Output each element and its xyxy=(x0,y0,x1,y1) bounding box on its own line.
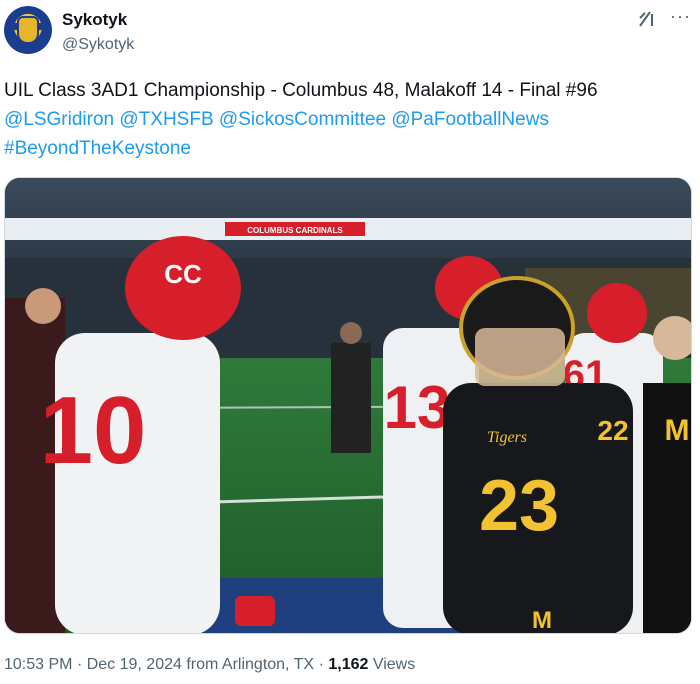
jersey-number-22: 22 xyxy=(597,415,628,446)
author-name[interactable]: Sykotyk xyxy=(62,10,127,30)
official-black-shirt xyxy=(331,343,371,453)
red-glove xyxy=(235,596,275,626)
mention-pafootballnews[interactable]: @PaFootballNews xyxy=(391,109,549,130)
shorts-logo-m: M xyxy=(532,607,552,634)
mention-lsgridiron[interactable]: @LSGridiron xyxy=(4,109,114,130)
jersey-number-23: 23 xyxy=(479,466,559,546)
tweet-date-location[interactable]: Dec 19, 2024 from Arlington, TX xyxy=(87,656,314,673)
red-helmet-61 xyxy=(587,283,647,343)
tweet-text: UIL Class 3AD1 Championship - Columbus 4… xyxy=(4,76,694,163)
helmet-avatar-icon xyxy=(17,16,39,44)
tigers-script: Tigers xyxy=(487,429,527,446)
helmet-letters: CC xyxy=(164,259,202,289)
tweet-photo[interactable]: COLUMBUS CARDINALS CC 10 13 61 Tigers 23… xyxy=(4,177,692,634)
tweet-time[interactable]: 10:53 PM xyxy=(4,656,72,673)
hashtag-beyondthekeystone[interactable]: #BeyondTheKeystone xyxy=(4,134,694,163)
sideline-person-head xyxy=(25,288,61,324)
more-icon[interactable]: ··· xyxy=(670,7,692,30)
grok-icon[interactable] xyxy=(636,8,658,30)
photo-scene: COLUMBUS CARDINALS CC 10 13 61 Tigers 23… xyxy=(5,178,691,634)
jersey-number-13: 13 xyxy=(384,374,451,441)
official-head xyxy=(340,322,362,344)
author-avatar[interactable] xyxy=(4,6,52,54)
ribbon-text: COLUMBUS CARDINALS xyxy=(247,226,343,235)
face-23 xyxy=(475,328,565,386)
author-handle[interactable]: @Sykotyk xyxy=(62,36,134,54)
meta-separator: · xyxy=(76,656,83,673)
jersey-number-10: 10 xyxy=(40,377,147,484)
views-count: 1,162 xyxy=(328,656,369,673)
chest-logo-m: M xyxy=(665,414,690,447)
tweet-line-1: UIL Class 3AD1 Championship - Columbus 4… xyxy=(4,80,598,101)
mention-sickoscommittee[interactable]: @SickosCommittee xyxy=(219,109,386,130)
tweet-meta: 10:53 PM · Dec 19, 2024 from Arlington, … xyxy=(4,656,415,674)
tweet-mentions-line: @LSGridiron @TXHSFB @SickosCommittee @Pa… xyxy=(4,105,694,134)
views-label: Views xyxy=(372,656,416,673)
meta-separator-2: · xyxy=(318,656,324,673)
mention-txhsfb[interactable]: @TXHSFB xyxy=(119,109,213,130)
